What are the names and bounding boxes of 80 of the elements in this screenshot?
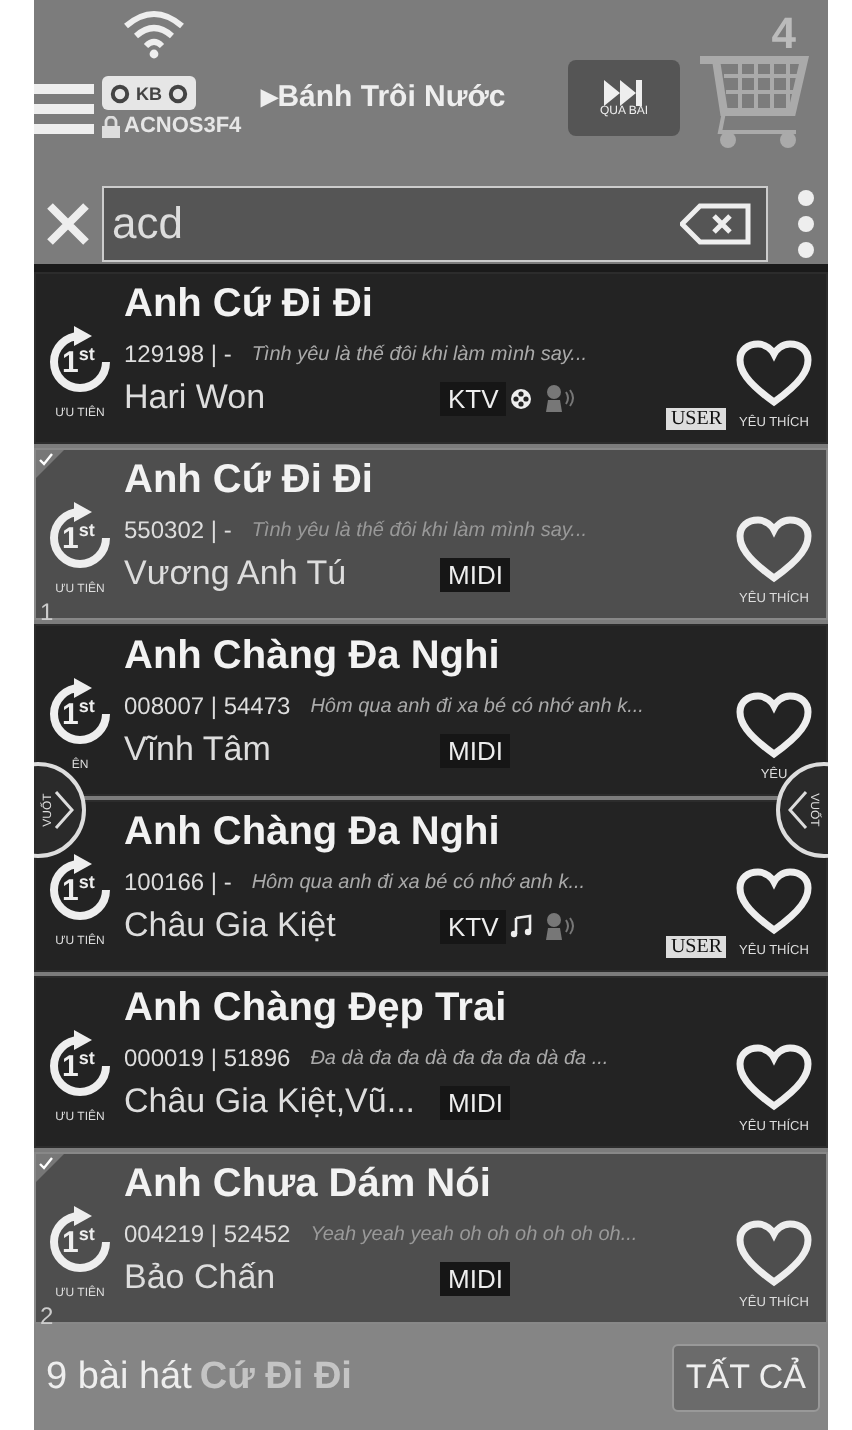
format-tag: KTV bbox=[440, 381, 507, 415]
favorite-button[interactable] bbox=[736, 516, 812, 584]
circular-arrow-icon bbox=[44, 678, 116, 750]
singer-name: Châu Gia Kiệt,Vũ... bbox=[124, 1082, 418, 1122]
cart-count: 4 bbox=[771, 8, 796, 60]
circular-arrow-icon bbox=[44, 1206, 116, 1278]
chevron-left-icon bbox=[788, 790, 808, 830]
skip-icon bbox=[604, 79, 644, 105]
priority-rank: 1$^{st}$ bbox=[62, 1224, 95, 1260]
heart-icon bbox=[736, 868, 812, 936]
song-title: Anh Chưa Dám Nói bbox=[124, 1162, 493, 1208]
hidden-song-title: Cứ Đi Đi bbox=[199, 1355, 352, 1399]
song-count: 9 bài hát bbox=[46, 1355, 192, 1399]
lyric-snippet: Yeah yeah yeah oh oh oh oh oh oh... bbox=[310, 1223, 638, 1245]
circular-arrow-icon bbox=[44, 1030, 116, 1102]
circular-arrow-icon bbox=[44, 326, 116, 398]
play-marker: ▶ bbox=[261, 84, 278, 110]
song-title: Anh Cứ Đi Đi bbox=[124, 282, 375, 328]
clear-text-icon[interactable] bbox=[680, 201, 752, 246]
lyric-snippet: Hôm qua anh đi xa bé có nhớ anh k... bbox=[310, 695, 644, 717]
now-playing-title: Bánh Trôi Nước bbox=[277, 80, 506, 114]
circular-arrow-icon bbox=[44, 502, 116, 574]
favorite-button[interactable] bbox=[736, 868, 812, 936]
circular-arrow-icon bbox=[44, 854, 116, 926]
lyric-snippet: Tình yêu là thế đôi khi làm mình say... bbox=[251, 343, 587, 365]
menu-icon[interactable] bbox=[34, 80, 94, 140]
song-code: 004219 | 52452 bbox=[124, 1220, 291, 1248]
heart-icon bbox=[736, 1044, 812, 1112]
format-tag: MIDI bbox=[440, 1261, 511, 1295]
device-code: ACNOS3F4 bbox=[124, 114, 242, 138]
priority-number: 1 bbox=[40, 598, 54, 626]
heart-icon bbox=[736, 516, 812, 584]
song-title: Anh Cứ Đi Đi bbox=[124, 458, 375, 504]
format-tag: KTV bbox=[440, 909, 507, 943]
heart-icon bbox=[736, 1220, 812, 1288]
song-code: 100166 | - bbox=[124, 868, 232, 896]
lyric-snippet: Đa dà đa đa dà đa đa đa dà đa ... bbox=[310, 1047, 609, 1069]
chevron-right-icon bbox=[54, 790, 74, 830]
song-title: Anh Chàng Đa Nghi bbox=[124, 810, 502, 856]
format-tag: MIDI bbox=[440, 1085, 511, 1119]
lock-icon bbox=[102, 115, 120, 137]
favorite-button[interactable] bbox=[736, 1220, 812, 1288]
all-button[interactable]: TẤT CẢ bbox=[671, 1343, 820, 1411]
film-reel-icon bbox=[510, 387, 533, 409]
lyric-snippet: Hôm qua anh đi xa bé có nhớ anh k... bbox=[251, 871, 586, 893]
priority-rank: 1$^{st}$ bbox=[62, 520, 95, 556]
singer-name: Vĩnh Tâm bbox=[124, 730, 273, 770]
user-badge: USER bbox=[666, 408, 726, 430]
music-note-icon bbox=[510, 914, 533, 938]
singer-name: Châu Gia Kiệt bbox=[124, 906, 338, 946]
priority-rank: 1$^{st}$ bbox=[62, 1048, 95, 1084]
user-badge: USER bbox=[666, 936, 726, 958]
priority-rank: 1$^{st}$ bbox=[62, 872, 95, 908]
logo: KB bbox=[102, 76, 196, 110]
song-code: 000019 | 51896 bbox=[124, 1044, 291, 1072]
format-tag: MIDI bbox=[440, 557, 511, 591]
more-options-icon[interactable] bbox=[796, 189, 816, 258]
singer-name: Bảo Chấn bbox=[124, 1258, 278, 1298]
singer-voice-icon bbox=[544, 912, 577, 940]
search-field[interactable]: acd bbox=[102, 185, 768, 262]
priority-number: 2 bbox=[40, 1302, 54, 1330]
favorite-button[interactable] bbox=[736, 1044, 812, 1112]
lyric-snippet: Tình yêu là thế đôi khi làm mình say... bbox=[251, 519, 587, 541]
format-tag: MIDI bbox=[440, 733, 511, 767]
heart-icon bbox=[736, 692, 812, 760]
priority-rank: 1$^{st}$ bbox=[62, 344, 95, 380]
song-title: Anh Chàng Đẹp Trai bbox=[124, 986, 509, 1032]
singer-name: Vương Anh Tú bbox=[124, 554, 349, 594]
close-icon[interactable] bbox=[46, 201, 90, 246]
song-code: 550302 | - bbox=[124, 516, 232, 544]
singer-name: Hari Won bbox=[124, 378, 268, 418]
song-code: 129198 | - bbox=[124, 340, 232, 368]
singer-voice-icon bbox=[544, 384, 577, 412]
heart-icon bbox=[736, 340, 812, 408]
favorite-button[interactable] bbox=[736, 692, 812, 760]
favorite-button[interactable] bbox=[736, 340, 812, 408]
priority-rank: 1$^{st}$ bbox=[62, 696, 95, 732]
wifi-icon bbox=[122, 8, 186, 60]
song-title: Anh Chàng Đa Nghi bbox=[124, 634, 502, 680]
song-code: 008007 | 54473 bbox=[124, 692, 291, 720]
